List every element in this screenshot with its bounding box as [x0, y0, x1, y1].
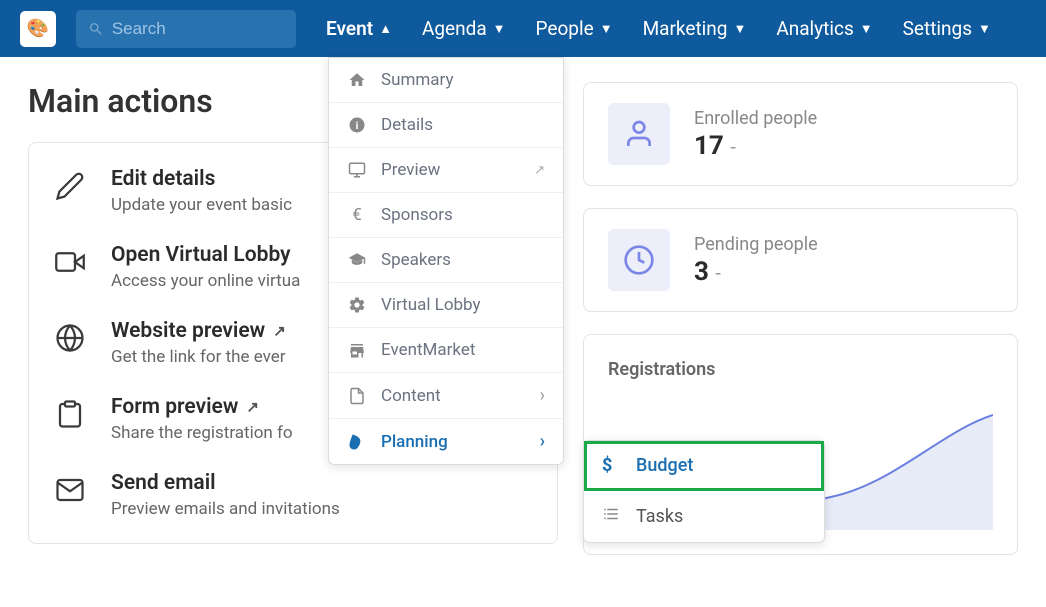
action-title: Open Virtual Lobby — [111, 243, 300, 267]
dd-label: Virtual Lobby — [381, 295, 481, 315]
monitor-icon — [347, 160, 367, 180]
chevron-right-icon: › — [540, 385, 545, 406]
video-icon — [51, 243, 89, 281]
nav-label: People — [536, 17, 594, 40]
nav-label: Analytics — [776, 17, 853, 40]
dd-summary[interactable]: Summary — [329, 58, 563, 103]
chevron-down-icon: ▼ — [493, 21, 506, 37]
submenu-tasks[interactable]: Tasks — [584, 491, 824, 542]
home-icon — [347, 70, 367, 90]
file-icon — [347, 386, 367, 406]
dd-eventmarket[interactable]: EventMarket — [329, 328, 563, 373]
chevron-up-icon: ▲ — [379, 21, 392, 37]
dd-label: Summary — [381, 70, 453, 90]
action-title: Form preview ↗ — [111, 395, 293, 419]
euro-icon: € — [347, 205, 367, 225]
dd-label: Preview — [381, 160, 440, 180]
pending-card[interactable]: Pending people 3 - — [583, 208, 1018, 312]
action-text: Website preview ↗ Get the link for the e… — [111, 319, 286, 367]
nav-analytics[interactable]: Analytics ▼ — [776, 17, 872, 40]
action-title: Edit details — [111, 167, 292, 191]
action-text: Edit details Update your event basic — [111, 167, 292, 215]
chevron-down-icon: ▼ — [733, 21, 746, 37]
nav-label: Settings — [903, 17, 972, 40]
nav-label: Event — [326, 17, 373, 40]
leaf-icon — [347, 432, 367, 452]
dollar-icon: $ — [602, 455, 622, 476]
dd-content[interactable]: Content › — [329, 373, 563, 419]
dd-sponsors[interactable]: € Sponsors — [329, 193, 563, 238]
nav-label: Marketing — [643, 17, 728, 40]
nav-marketing[interactable]: Marketing ▼ — [643, 17, 747, 40]
chevron-right-icon: › — [540, 431, 545, 452]
nav-label: Agenda — [422, 17, 487, 40]
action-title: Send email — [111, 471, 340, 495]
event-dropdown: Summary i Details Preview ↗ € Sponsors Spea… — [328, 57, 564, 465]
info-icon: i — [347, 115, 367, 135]
sub-label: Tasks — [636, 506, 683, 527]
dd-details[interactable]: i Details — [329, 103, 563, 148]
dd-label: Details — [381, 115, 433, 135]
envelope-icon — [51, 471, 89, 509]
dd-label: Sponsors — [381, 205, 453, 225]
action-desc: Preview emails and invitations — [111, 499, 340, 519]
store-icon — [347, 340, 367, 360]
sub-label: Budget — [636, 455, 693, 476]
search-icon — [88, 20, 104, 38]
submenu-budget[interactable]: $ Budget — [584, 441, 824, 491]
stat-text: Enrolled people 17 - — [694, 108, 817, 161]
external-link-icon: ↗ — [246, 398, 259, 416]
dd-label: Speakers — [381, 250, 451, 270]
action-desc: Access your online virtua — [111, 271, 300, 291]
clipboard-icon — [51, 395, 89, 433]
chevron-down-icon: ▼ — [860, 21, 873, 37]
dd-planning[interactable]: Planning › — [329, 419, 563, 464]
action-desc: Update your event basic — [111, 195, 292, 215]
stat-label: Pending people — [694, 234, 818, 255]
action-desc: Get the link for the ever — [111, 347, 286, 367]
action-title: Website preview ↗ — [111, 319, 286, 343]
dd-label: Content — [381, 386, 441, 406]
nav-agenda[interactable]: Agenda ▼ — [422, 17, 506, 40]
nav-settings[interactable]: Settings ▼ — [903, 17, 991, 40]
stat-value: 17 - — [694, 131, 817, 161]
stat-value: 3 - — [694, 257, 818, 287]
stat-label: Enrolled people — [694, 108, 817, 129]
dd-label: EventMarket — [381, 340, 475, 360]
external-link-icon: ↗ — [273, 322, 286, 340]
action-text: Send email Preview emails and invitation… — [111, 471, 340, 519]
top-nav-bar: 🎨 Event ▲ Agenda ▼ People ▼ Marketing ▼ Anal… — [0, 0, 1046, 57]
external-link-icon: ↗ — [534, 163, 545, 178]
tasks-icon — [602, 505, 622, 528]
action-text: Form preview ↗ Share the registration fo — [111, 395, 293, 443]
gears-icon — [347, 295, 367, 315]
pencil-icon — [51, 167, 89, 205]
dd-virtual-lobby[interactable]: Virtual Lobby — [329, 283, 563, 328]
action-text: Open Virtual Lobby Access your online vi… — [111, 243, 300, 291]
dd-label: Planning — [381, 432, 448, 452]
enrolled-card[interactable]: Enrolled people 17 - — [583, 82, 1018, 186]
graduation-icon — [347, 250, 367, 270]
search-box[interactable] — [76, 10, 296, 48]
nav-people[interactable]: People ▼ — [536, 17, 613, 40]
clock-icon — [608, 229, 670, 291]
action-desc: Share the registration fo — [111, 423, 293, 443]
svg-text:i: i — [356, 119, 359, 132]
chevron-down-icon: ▼ — [978, 21, 991, 37]
action-send-email[interactable]: Send email Preview emails and invitation… — [29, 457, 557, 533]
person-icon — [608, 103, 670, 165]
chevron-down-icon: ▼ — [600, 21, 613, 37]
main-nav: Event ▲ Agenda ▼ People ▼ Marketing ▼ Analyt… — [326, 17, 991, 40]
nav-event[interactable]: Event ▲ — [326, 17, 392, 40]
globe-icon — [51, 319, 89, 357]
dd-preview[interactable]: Preview ↗ — [329, 148, 563, 193]
registrations-title: Registrations — [608, 359, 993, 380]
planning-submenu: $ Budget Tasks — [583, 440, 825, 543]
search-input[interactable] — [112, 19, 284, 39]
stat-text: Pending people 3 - — [694, 234, 818, 287]
dd-speakers[interactable]: Speakers — [329, 238, 563, 283]
app-logo[interactable]: 🎨 — [20, 11, 56, 47]
